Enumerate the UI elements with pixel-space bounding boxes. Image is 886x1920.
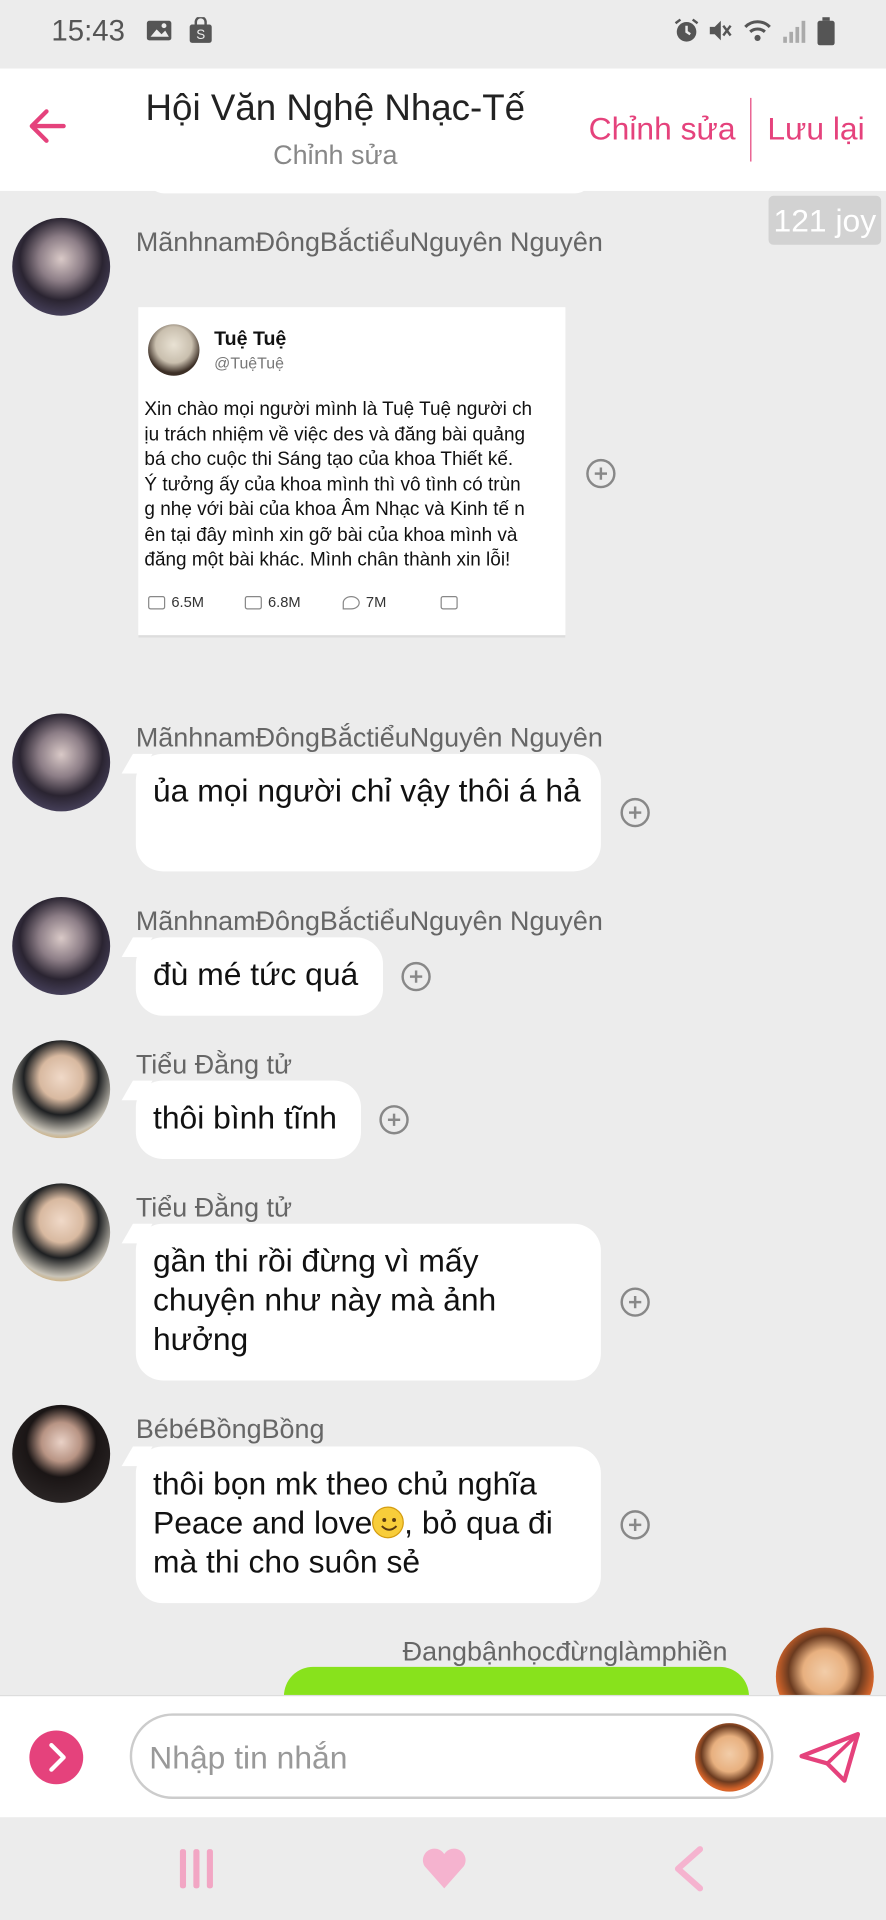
- header-divider: [750, 97, 752, 162]
- send-icon[interactable]: [798, 1730, 862, 1784]
- sender-name: Đangbậnhọcđừnglàmphiền: [402, 1636, 728, 1667]
- heart-icon: [342, 595, 360, 610]
- expand-button[interactable]: [29, 1730, 84, 1785]
- system-nav-bar: [0, 1817, 886, 1920]
- avatar[interactable]: [12, 1404, 111, 1503]
- retweet-icon: [244, 595, 262, 610]
- alarm-icon: [673, 17, 700, 44]
- message-bubble[interactable]: đù mé tức quá: [135, 937, 384, 1016]
- recent-apps-icon[interactable]: [177, 1847, 216, 1897]
- add-reaction-icon[interactable]: [586, 458, 616, 489]
- message-bubble[interactable]: gần thi rồi đừng vì mấy chuyện như này m…: [135, 1223, 601, 1381]
- sender-name: Tiểu Đằng tử: [135, 1048, 293, 1080]
- avatar[interactable]: [12, 897, 111, 995]
- chat-header: Hội Văn Nghệ Nhạc-Tế Chỉnh sửa Chỉnh sửa…: [0, 68, 886, 191]
- message-bubble[interactable]: thôi bình tĩnh: [135, 1080, 362, 1159]
- heart-home-icon[interactable]: [420, 1844, 469, 1899]
- avatar[interactable]: [12, 1183, 111, 1282]
- sender-name: MãnhnamĐôngBắctiểuNguyên Nguyên: [135, 226, 603, 257]
- avatar[interactable]: [12, 1040, 111, 1139]
- previous-bubble-edge: [146, 176, 593, 194]
- sender-name: MãnhnamĐôngBắctiểuNguyên Nguyên: [135, 905, 603, 937]
- message-input-bar: [0, 1694, 886, 1818]
- tweet-body: Xin chào mọi người mình là Tuệ Tuệ người…: [144, 398, 533, 571]
- chat-screen: 15:43 S Hội Văn Nghệ Nhạc-Tế Chỉnh sửa C…: [0, 0, 886, 1920]
- add-reaction-icon[interactable]: [379, 1105, 409, 1135]
- page-subtitle: Chỉnh sửa: [273, 139, 398, 171]
- tweet-image[interactable]: Tuệ Tuệ @TuệTuệ Xin chào mọi người mình …: [138, 307, 566, 638]
- sender-name: MãnhnamĐôngBắctiểuNguyên Nguyên: [135, 722, 603, 753]
- page-title: Hội Văn Nghệ Nhạc-Tế: [145, 88, 526, 129]
- avatar[interactable]: [12, 217, 111, 316]
- mail-icon: [440, 595, 458, 610]
- joy-badge: 121 joy: [768, 195, 882, 245]
- signal-icon: [781, 17, 808, 44]
- back-icon[interactable]: [671, 1844, 708, 1899]
- status-bar: 15:43 S: [0, 0, 886, 69]
- message-input-box: [129, 1713, 774, 1799]
- tweet-likes: 7M: [365, 593, 387, 611]
- add-reaction-icon[interactable]: [620, 1510, 650, 1540]
- message-bubble[interactable]: thôi bọn mk theo chủ nghĩa Peace and lov…: [135, 1446, 601, 1604]
- reply-icon: [148, 595, 166, 610]
- add-reaction-icon[interactable]: [620, 1287, 650, 1317]
- add-reaction-icon[interactable]: [401, 961, 431, 992]
- smiley-emoji-icon: [372, 1506, 405, 1539]
- sender-name: Tiểu Đằng tử: [135, 1191, 293, 1223]
- avatar[interactable]: [12, 713, 111, 812]
- wifi-icon: [743, 17, 771, 44]
- message-input[interactable]: [149, 1732, 688, 1782]
- tweet-author-handle: @TuệTuệ: [214, 353, 284, 373]
- edit-button[interactable]: Chỉnh sửa: [589, 110, 736, 148]
- clock: 15:43: [51, 14, 125, 48]
- svg-text:S: S: [196, 27, 205, 42]
- message-bubble[interactable]: ủa mọi người chỉ vậy thôi á hả: [135, 753, 601, 872]
- add-reaction-icon[interactable]: [620, 797, 650, 828]
- tweet-author-name: Tuệ Tuệ: [214, 329, 287, 351]
- battery-icon: [816, 17, 843, 46]
- chevron-right-icon: [49, 1742, 66, 1772]
- save-button[interactable]: Lưu lại: [767, 110, 864, 148]
- persona-avatar[interactable]: [695, 1723, 764, 1792]
- mute-icon: [706, 17, 733, 44]
- tweet-replies: 6.5M: [171, 593, 204, 611]
- sender-name: BébéBồngBồng: [135, 1413, 325, 1445]
- tweet-avatar: [148, 324, 200, 376]
- shopping-bag-icon: S: [187, 15, 214, 44]
- tweet-retweets: 6.8M: [268, 593, 301, 611]
- gallery-icon: [146, 17, 173, 44]
